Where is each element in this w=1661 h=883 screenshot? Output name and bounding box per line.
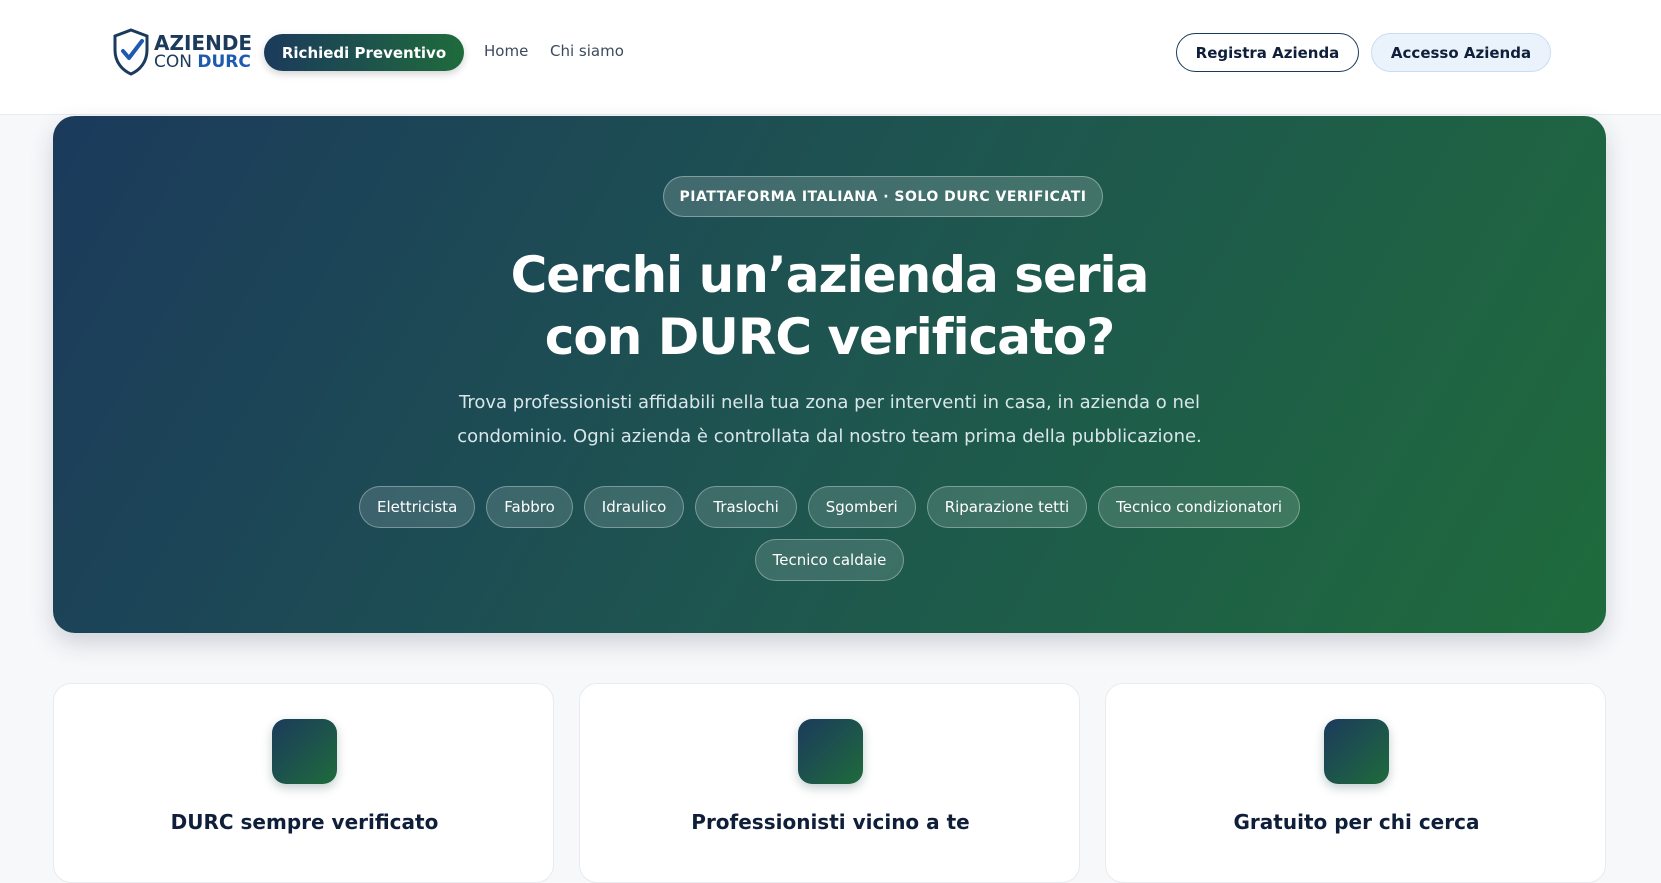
hero-badge: PIATTAFORMA ITALIANA · SOLO DURC VERIFIC… [663,176,1103,217]
category-chip-traslochi[interactable]: Traslochi [695,486,797,528]
company-login-button[interactable]: Accesso Azienda [1371,33,1551,72]
request-quote-button[interactable]: Richiedi Preventivo [264,34,464,71]
category-chip-elettricista[interactable]: Elettricista [358,486,476,528]
hero-subtitle: Trova professionisti affidabili nella tu… [457,392,1202,447]
category-chip-sgomberi[interactable]: Sgomberi [807,486,916,528]
feature-card-nearby: Professionisti vicino a te [579,683,1080,883]
category-chip-fabbro[interactable]: Fabbro [486,486,573,528]
feature-card-durc: DURC sempre verificato [53,683,554,883]
category-chip-idraulico[interactable]: Idraulico [583,486,685,528]
site-header: AZIENDE CON DURC Richiedi Preventivo Hom… [0,0,1661,115]
category-chip-riparazione-tetti[interactable]: Riparazione tetti [926,486,1088,528]
feature-card-free: Gratuito per chi cerca [1105,683,1606,883]
category-chips: Elettricista Fabbro Idraulico Traslochi … [353,486,1306,581]
hero-banner: PIATTAFORMA ITALIANA · SOLO DURC VERIFIC… [53,116,1606,633]
feature-title: DURC sempre verificato [170,810,439,834]
feature-icon [1324,719,1389,784]
shield-check-icon [113,28,149,76]
hero-title: Cerchi un’azienda seria con DURC verific… [510,246,1150,366]
site-logo[interactable]: AZIENDE CON DURC [112,28,252,76]
nav-link-chi-siamo[interactable]: Chi siamo [550,42,624,60]
nav-link-home[interactable]: Home [484,42,528,60]
category-chip-tecnico-condizionatori[interactable]: Tecnico condizionatori [1098,486,1301,528]
feature-icon [798,719,863,784]
feature-title: Gratuito per chi cerca [1233,810,1480,834]
logo-wordmark-bottom: CON DURC [154,52,251,72]
feature-icon [272,719,337,784]
register-company-button[interactable]: Registra Azienda [1176,33,1359,72]
category-chip-tecnico-caldaie[interactable]: Tecnico caldaie [754,539,905,581]
feature-title: Professionisti vicino a te [691,810,970,834]
logo-wordmark-top: AZIENDE [154,31,253,55]
